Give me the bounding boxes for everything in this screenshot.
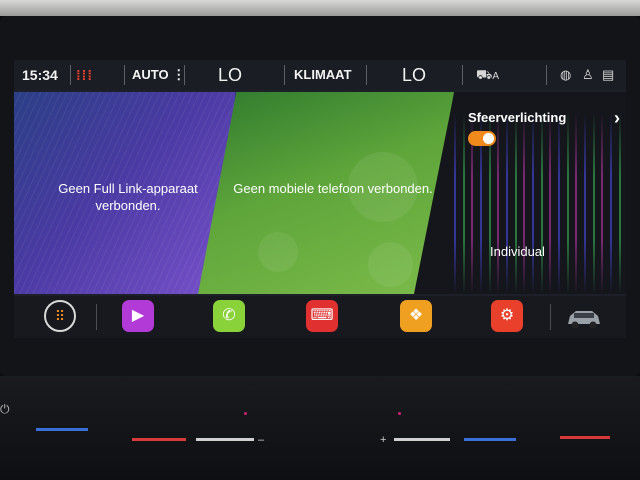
play-icon: ▶ <box>131 307 145 324</box>
temp-right-cool-indicator <box>464 438 516 441</box>
climate-auto-button[interactable]: AUTO ⋮ <box>132 60 185 90</box>
climate-control-panel: ⏻ – + <box>0 376 640 480</box>
divider <box>462 65 463 85</box>
temp-left-warm-indicator <box>132 438 186 441</box>
fan-decrease-button[interactable]: – <box>258 434 264 446</box>
full-link-message: Geen Full Link-apparaat verbonden. <box>58 181 198 213</box>
phone-message: Geen mobiele telefoon verbonden. <box>233 181 433 196</box>
divider <box>550 304 551 330</box>
apps-grid-button[interactable]: ⠿ <box>44 300 76 332</box>
divider <box>70 65 71 85</box>
infotainment-screen: 15:34 ⁞⁞⁞ AUTO ⋮ LO KLIMAAT LO ⛟A ◍ ♙ ▤ … <box>14 60 626 338</box>
car-air-icon[interactable]: ⛟A <box>476 60 499 90</box>
divider <box>184 65 185 85</box>
bokeh-circle <box>258 232 298 272</box>
ambient-light-mode: Individual <box>490 244 545 259</box>
divider <box>284 65 285 85</box>
temp-right-warm-indicator <box>560 436 610 439</box>
indicator-led <box>244 412 247 415</box>
fan-slider-right[interactable] <box>394 438 450 441</box>
widget-tiles: Geen Full Link-apparaat verbonden. Geen … <box>14 92 626 294</box>
divider <box>124 65 125 85</box>
car-icon[interactable] <box>564 302 604 332</box>
phone-tile[interactable]: Geen mobiele telefoon verbonden. <box>198 92 454 294</box>
dashboard-trim <box>0 0 640 16</box>
keyboard-app-button[interactable]: ⌨ <box>306 300 338 332</box>
globe-icon[interactable]: ◍ <box>560 60 571 90</box>
power-icon[interactable]: ⏻ <box>0 402 10 417</box>
ambient-light-toggle[interactable] <box>468 131 496 146</box>
divider <box>96 304 97 330</box>
connectivity-icon: ❖ <box>408 307 424 324</box>
settings-app-button[interactable]: ⚙ <box>491 300 523 332</box>
status-bar: 15:34 ⁞⁞⁞ AUTO ⋮ LO KLIMAAT LO ⛟A ◍ ♙ ▤ <box>14 60 626 90</box>
climate-button[interactable]: KLIMAAT <box>294 60 352 90</box>
temp-left-button[interactable]: LO <box>218 60 242 90</box>
user-icon[interactable]: ♙ <box>582 60 594 90</box>
divider <box>366 65 367 85</box>
bokeh-circle <box>368 242 413 287</box>
auto-label: AUTO <box>132 67 169 82</box>
connectivity-app-button[interactable]: ❖ <box>400 300 432 332</box>
temp-left-cool-indicator <box>36 428 88 431</box>
indicator-led <box>398 412 401 415</box>
car-air-mode: A <box>492 71 500 82</box>
app-dock: ⠿ ▶ ✆ ⌨ ❖ ⚙ <box>14 296 626 338</box>
keyboard-icon: ⌨ <box>310 307 334 324</box>
ambient-light-title: Sfeerverlichting <box>468 110 567 125</box>
fan-slider-left[interactable] <box>196 438 254 441</box>
phone-app-button[interactable]: ✆ <box>213 300 245 332</box>
clock: 15:34 <box>22 67 58 83</box>
phone-icon: ✆ <box>222 307 236 324</box>
gear-icon: ⚙ <box>499 307 515 324</box>
apps-grid-icon: ⠿ <box>54 308 66 324</box>
notes-icon[interactable]: ▤ <box>602 60 614 90</box>
media-app-button[interactable]: ▶ <box>122 300 154 332</box>
fan-increase-button[interactable]: + <box>380 434 386 446</box>
temp-right-button[interactable]: LO <box>402 60 426 90</box>
full-link-tile[interactable]: Geen Full Link-apparaat verbonden. <box>14 92 236 294</box>
divider <box>546 65 547 85</box>
heated-seat-icon[interactable]: ⁞⁞⁞ <box>76 60 93 90</box>
chevron-right-icon[interactable]: › <box>614 108 620 129</box>
